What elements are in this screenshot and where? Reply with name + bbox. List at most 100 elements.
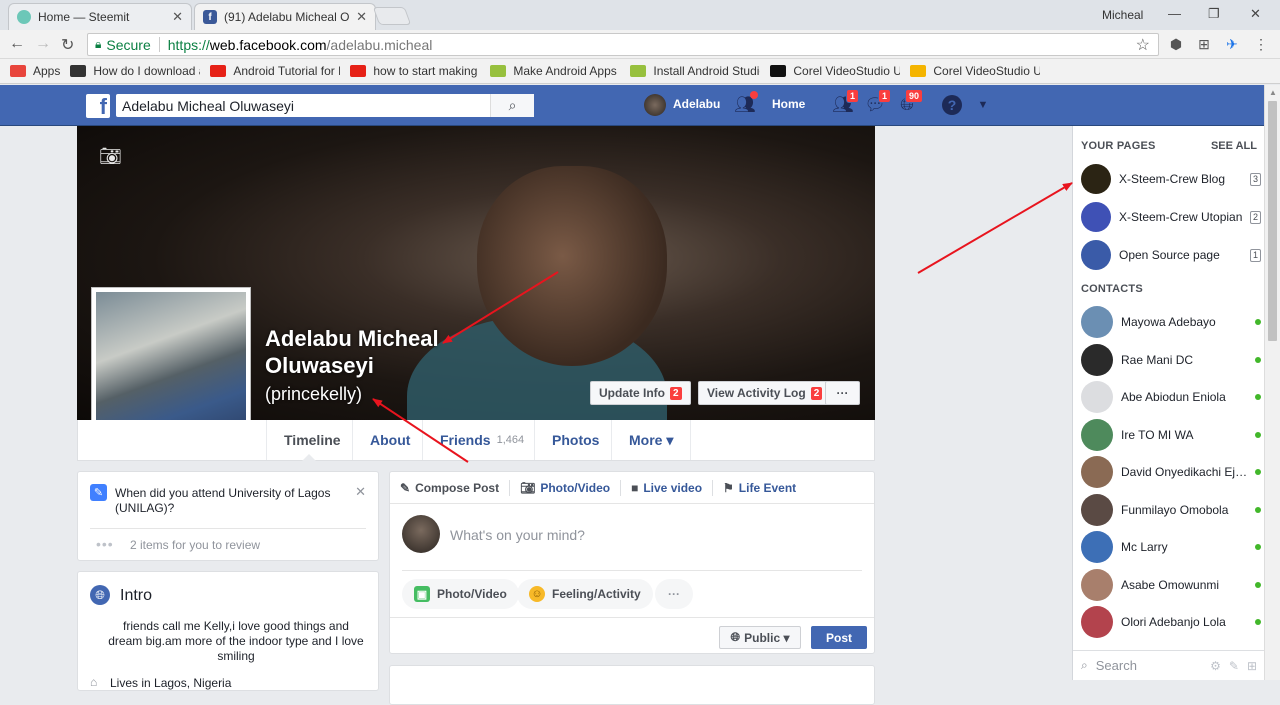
minimize-icon[interactable]: — xyxy=(1168,6,1181,21)
friends-count: 1,464 xyxy=(496,434,525,446)
chat-search-input[interactable]: ⌕ Search ⚙ ✎ ⊞ xyxy=(1073,650,1265,680)
question-text[interactable]: When did you attend University of Lagos … xyxy=(115,486,345,516)
bookmark-item[interactable]: Install Android Studio xyxy=(630,64,760,78)
camera-icon[interactable]: 📷︎ xyxy=(99,146,122,167)
bookmark-label: Corel VideoStudio Ult xyxy=(933,64,1041,78)
home-link[interactable]: Home xyxy=(772,97,805,111)
tab-label: Compose Post xyxy=(415,480,500,495)
contact-item[interactable]: Funmilayo Omobola xyxy=(1081,493,1261,527)
reload-icon[interactable]: ↻ xyxy=(61,35,74,55)
pencil-icon: ✎ xyxy=(90,484,107,501)
online-status-icon xyxy=(1255,469,1261,475)
extension-plane-icon[interactable]: ✈ xyxy=(1223,35,1241,53)
tab-photo-video[interactable]: 📷︎ Photo/Video xyxy=(510,479,622,496)
messenger-icon[interactable]: 💬︎ 1 xyxy=(864,89,891,116)
notifications-globe-icon[interactable]: 🌐︎ 90 xyxy=(896,89,923,116)
update-info-button[interactable]: Update Info 2 xyxy=(590,381,691,405)
search-icon[interactable]: ⌕ xyxy=(490,94,534,117)
search-placeholder: Search xyxy=(1095,658,1137,673)
bookmark-item[interactable]: how to start making a xyxy=(350,64,480,78)
post-button[interactable]: Post xyxy=(811,626,867,649)
intro-card: 🌐︎ Intro friends call me Kelly,i love go… xyxy=(77,571,379,691)
bookmark-item[interactable]: Android Tutorial for B xyxy=(210,64,340,78)
audience-select[interactable]: 🌐︎ Public ▾ xyxy=(719,626,801,649)
bookmark-label: Android Tutorial for B xyxy=(233,64,341,78)
bookmark-item[interactable]: How do I download a xyxy=(70,64,200,78)
new-group-icon[interactable]: ⊞ xyxy=(1247,659,1257,673)
extension-plus-icon[interactable]: ⊞ xyxy=(1195,35,1213,53)
photo-video-button[interactable]: ▣ Photo/Video xyxy=(402,579,519,609)
contact-item[interactable]: Mayowa Adebayo xyxy=(1081,305,1261,339)
extension-icon[interactable]: ⬢ xyxy=(1167,35,1185,53)
contact-item[interactable]: Asabe Omowunmi xyxy=(1081,568,1261,602)
facebook-logo-icon[interactable]: f xyxy=(86,94,110,118)
url-input[interactable]: 🔒︎ Secure https:// web.facebook.com /ade… xyxy=(87,33,1159,56)
tab-title: Home — Steemit xyxy=(38,10,130,24)
url-path: /adelabu.micheal xyxy=(326,36,433,53)
tab-label: More ▾ xyxy=(629,431,674,448)
forward-arrow-icon[interactable]: → xyxy=(35,35,51,53)
online-status-icon xyxy=(1255,394,1261,400)
page-item[interactable]: X-Steem-Crew Utopian 2 xyxy=(1081,201,1261,233)
tab-more[interactable]: More ▾ xyxy=(611,420,692,460)
find-friends-icon[interactable]: 👥︎ xyxy=(734,91,758,116)
back-arrow-icon[interactable]: ← xyxy=(9,35,25,53)
bookmark-star-icon[interactable]: ☆ xyxy=(1136,35,1150,55)
facebook-search-input[interactable]: Adelabu Micheal Oluwaseyi ⌕ xyxy=(116,94,534,117)
contact-item[interactable]: Ire TO MI WA xyxy=(1081,418,1261,452)
cover-more-button[interactable]: ··· xyxy=(825,381,860,405)
close-tab-icon[interactable]: ✕ xyxy=(172,9,183,25)
bookmark-item[interactable]: Make Android Apps w xyxy=(490,64,620,78)
page-scrollbar[interactable]: ▲ xyxy=(1264,85,1280,680)
tab-steemit[interactable]: Home — Steemit ✕ xyxy=(8,3,192,30)
contact-avatar xyxy=(1081,606,1113,638)
contact-item[interactable]: Abe Abiodun Eniola xyxy=(1081,380,1261,414)
tab-about[interactable]: About xyxy=(352,420,427,460)
tab-label: Photos xyxy=(552,432,600,448)
close-icon[interactable]: ✕ xyxy=(355,484,366,500)
close-tab-icon[interactable]: ✕ xyxy=(356,9,367,25)
profile-link[interactable]: Adelabu xyxy=(673,97,720,111)
review-link[interactable]: 2 items for you to review xyxy=(130,538,260,552)
view-activity-log-button[interactable]: View Activity Log 2 xyxy=(698,381,832,405)
avatar[interactable] xyxy=(644,94,666,116)
scroll-thumb[interactable] xyxy=(1268,101,1277,341)
status-input[interactable]: What's on your mind? xyxy=(450,527,585,543)
help-icon[interactable]: ? xyxy=(942,95,962,115)
contact-item[interactable]: Olori Adebanjo Lola xyxy=(1081,605,1261,639)
address-bar-row: ← → ↻ 🔒︎ Secure https:// web.facebook.co… xyxy=(0,30,1280,59)
tab-life-event[interactable]: ⚑ Life Event xyxy=(713,480,806,496)
contact-item[interactable]: Rae Mani DC xyxy=(1081,343,1261,377)
profile-name[interactable]: Adelabu Micheal Oluwaseyi xyxy=(265,325,465,379)
contact-item[interactable]: David Onyedikachi Ejike xyxy=(1081,455,1261,489)
tab-label: Life Event xyxy=(738,480,797,495)
page-item[interactable]: X-Steem-Crew Blog 3 xyxy=(1081,163,1261,195)
tab-facebook[interactable]: f (91) Adelabu Micheal Ol ✕ xyxy=(194,3,376,30)
contacts-heading: CONTACTS xyxy=(1081,283,1143,295)
account-menu-icon[interactable]: ▼ xyxy=(972,94,994,116)
bookmark-item[interactable]: Corel VideoStudio Ult xyxy=(770,64,900,78)
browser-menu-icon[interactable]: ⋮ xyxy=(1252,35,1270,53)
scroll-up-icon[interactable]: ▲ xyxy=(1269,88,1277,97)
tab-photos[interactable]: Photos xyxy=(534,420,616,460)
restore-icon[interactable]: ❐ xyxy=(1208,6,1220,22)
new-message-icon[interactable]: ✎ xyxy=(1229,659,1239,673)
more-options-button[interactable]: ··· xyxy=(655,579,693,609)
tab-live-video[interactable]: ■ Live video xyxy=(621,479,714,496)
new-tab-button[interactable] xyxy=(372,7,412,25)
contact-item[interactable]: Mc Larry xyxy=(1081,530,1261,564)
intro-location[interactable]: Lives in Lagos, Nigeria xyxy=(110,676,231,690)
bookmark-item[interactable]: Apps xyxy=(10,64,60,78)
gear-icon[interactable]: ⚙ xyxy=(1210,659,1221,673)
globe-icon: 🌐︎ xyxy=(90,585,110,605)
youtube-icon xyxy=(210,65,227,77)
see-all-link[interactable]: SEE ALL xyxy=(1211,140,1257,152)
feeling-activity-button[interactable]: ☺ Feeling/Activity xyxy=(517,579,653,609)
browser-profile-name[interactable]: Micheal xyxy=(1102,8,1143,22)
tab-compose-post[interactable]: ✎ Compose Post xyxy=(390,479,511,496)
page-item[interactable]: Open Source page 1 xyxy=(1081,239,1261,271)
close-window-icon[interactable]: ✕ xyxy=(1250,6,1261,22)
friend-requests-icon[interactable]: 👥︎ 1 xyxy=(832,89,859,116)
tab-friends[interactable]: Friends 1,464 xyxy=(422,420,541,460)
bookmark-item[interactable]: Corel VideoStudio Ult xyxy=(910,64,1040,78)
